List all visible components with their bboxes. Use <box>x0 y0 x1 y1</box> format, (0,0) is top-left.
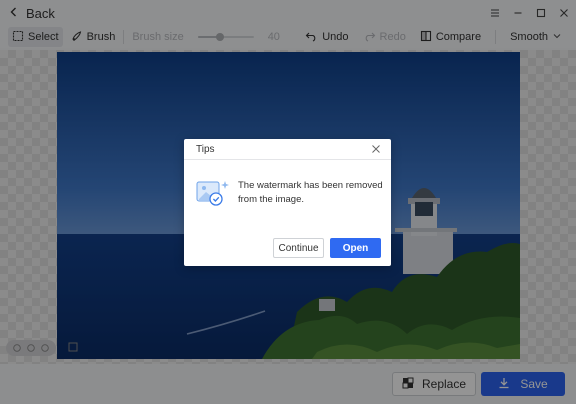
tips-dialog: Tips The watermark has been removed from… <box>184 139 391 266</box>
dialog-title: Tips <box>196 143 215 155</box>
dialog-message: The watermark has been removed from the … <box>238 180 383 205</box>
dialog-close-icon[interactable] <box>369 142 383 156</box>
continue-label: Continue <box>278 242 319 254</box>
continue-button[interactable]: Continue <box>273 238 324 258</box>
open-label: Open <box>342 242 369 254</box>
dialog-header: Tips <box>184 139 391 160</box>
dialog-body: The watermark has been removed from the … <box>196 179 386 207</box>
image-check-icon <box>196 179 232 207</box>
open-button[interactable]: Open <box>330 238 381 258</box>
